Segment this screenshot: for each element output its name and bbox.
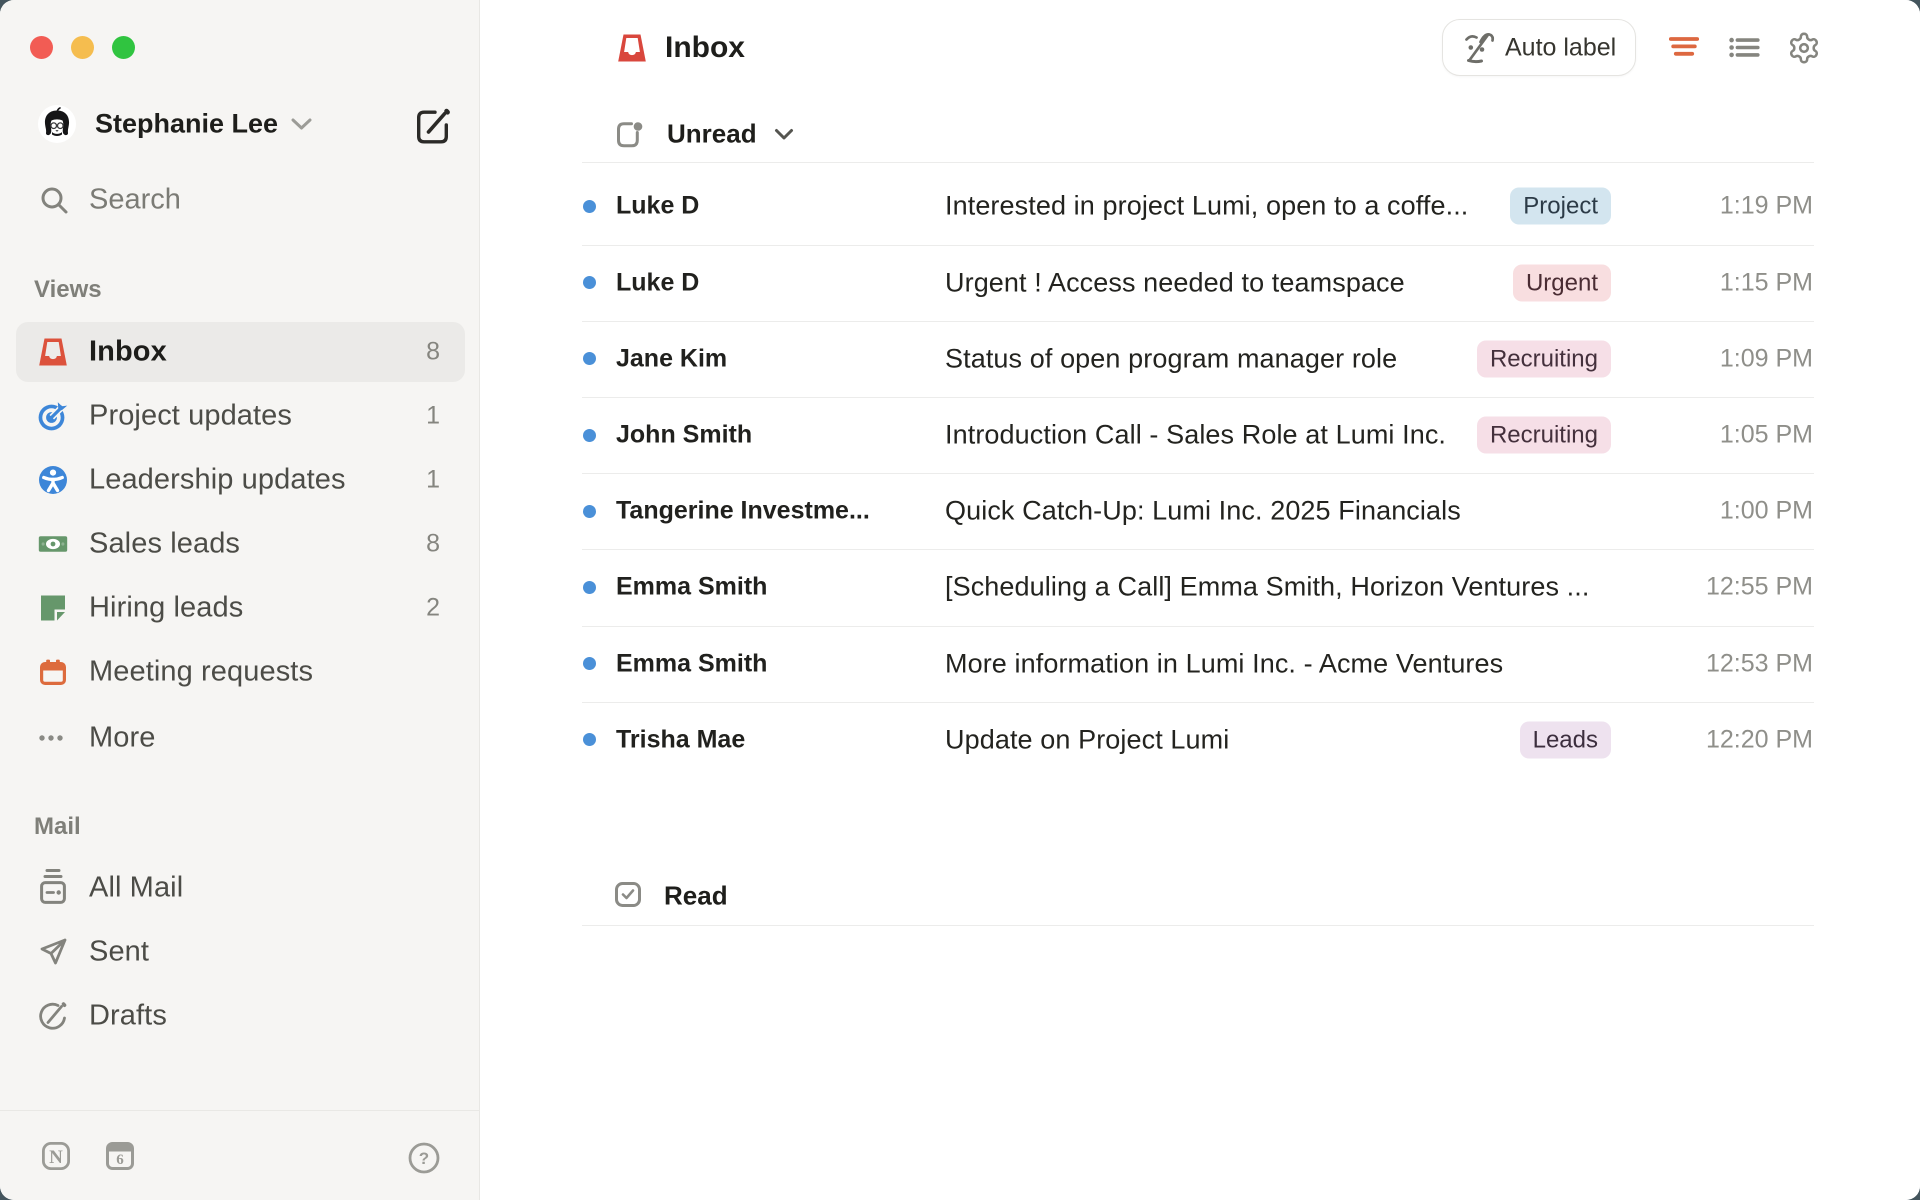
svg-text:?: ?: [419, 1149, 429, 1168]
svg-text:6: 6: [116, 1152, 124, 1168]
svg-text:N: N: [49, 1147, 63, 1168]
